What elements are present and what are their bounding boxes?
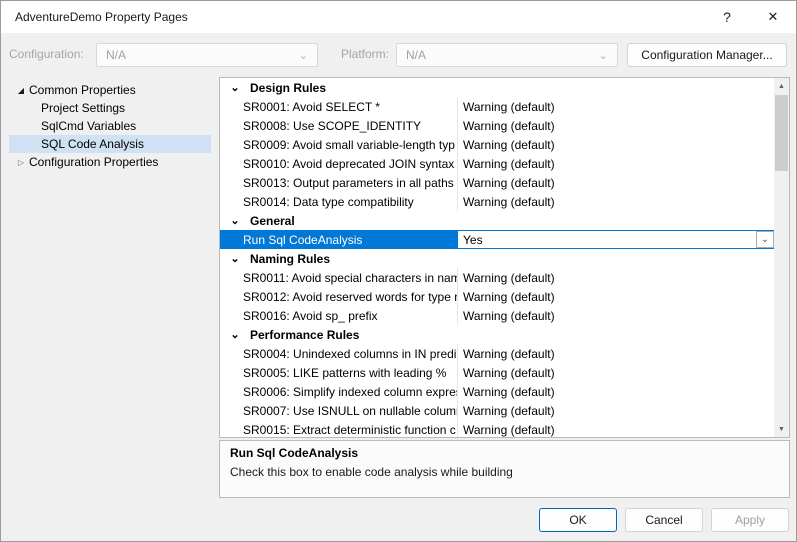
property-name[interactable]: SR0005: LIKE patterns with leading % [220,363,458,382]
property-row-sr0012[interactable]: SR0012: Avoid reserved words for type nW… [220,287,775,306]
category-label: General [250,214,295,228]
property-name[interactable]: Run Sql CodeAnalysis [220,230,458,249]
apply-button[interactable]: Apply [711,508,789,532]
property-row-sr0013[interactable]: SR0013: Output parameters in all pathsWa… [220,173,775,192]
scroll-up-icon[interactable]: ▲ [774,78,789,94]
category-collapse-icon[interactable]: ⌄ [220,328,250,341]
property-value[interactable]: Warning (default) [458,97,775,116]
configuration-value: N/A [106,48,126,62]
property-row-sr0006[interactable]: SR0006: Simplify indexed column expresWa… [220,382,775,401]
tree-item-project-settings[interactable]: Project Settings [9,99,211,117]
property-grid: ⌄Design RulesSR0001: Avoid SELECT *Warni… [219,77,790,438]
property-value[interactable]: Warning (default) [458,363,775,382]
property-row-sr0011[interactable]: SR0011: Avoid special characters in namW… [220,268,775,287]
chevron-down-icon: ⌄ [599,49,608,62]
property-row-run-sql-codeanalysis[interactable]: Run Sql CodeAnalysisYes⌄ [220,230,775,249]
property-value[interactable]: Warning (default) [458,420,775,438]
property-row-sr0009[interactable]: SR0009: Avoid small variable-length typW… [220,135,775,154]
titlebar: AdventureDemo Property Pages ? ✕ [1,1,796,33]
property-value[interactable]: Warning (default) [458,306,775,325]
titlebar-buttons: ? ✕ [704,1,796,33]
tree-item-sqlcmd-variables[interactable]: SqlCmd Variables [9,117,211,135]
property-value[interactable]: Yes⌄ [458,230,775,249]
property-name[interactable]: SR0015: Extract deterministic function c [220,420,458,438]
platform-value: N/A [406,48,426,62]
property-value[interactable]: Warning (default) [458,173,775,192]
property-row-sr0008[interactable]: SR0008: Use SCOPE_IDENTITYWarning (defau… [220,116,775,135]
tree-item-configuration-properties[interactable]: ▷Configuration Properties [9,153,211,171]
scrollbar-thumb[interactable] [775,95,788,171]
property-row-sr0010[interactable]: SR0010: Avoid deprecated JOIN syntaxWarn… [220,154,775,173]
property-name[interactable]: SR0013: Output parameters in all paths [220,173,458,192]
vertical-scrollbar[interactable]: ▲ ▼ [774,78,789,437]
category-row-design-rules[interactable]: ⌄Design Rules [220,78,775,97]
property-value[interactable]: Warning (default) [458,268,775,287]
tree-collapsed-icon[interactable]: ▷ [13,158,29,167]
category-label: Design Rules [250,81,326,95]
description-panel: Run Sql CodeAnalysis Check this box to e… [219,440,790,498]
property-row-sr0004[interactable]: SR0004: Unindexed columns in IN predicWa… [220,344,775,363]
tree-item-label: Configuration Properties [29,155,158,169]
tree-item-label: Common Properties [29,83,136,97]
property-value[interactable]: Warning (default) [458,192,775,211]
category-label: Naming Rules [250,252,330,266]
property-name[interactable]: SR0007: Use ISNULL on nullable column [220,401,458,420]
property-row-sr0015[interactable]: SR0015: Extract deterministic function c… [220,420,775,438]
configuration-manager-button[interactable]: Configuration Manager... [627,43,787,67]
property-name[interactable]: SR0004: Unindexed columns in IN predic [220,344,458,363]
property-name[interactable]: SR0011: Avoid special characters in nam [220,268,458,287]
category-row-naming-rules[interactable]: ⌄Naming Rules [220,249,775,268]
property-name[interactable]: SR0016: Avoid sp_ prefix [220,306,458,325]
tree-item-common-properties[interactable]: ◢Common Properties [9,81,211,99]
platform-label: Platform: [341,47,389,61]
platform-dropdown[interactable]: N/A ⌄ [396,43,618,67]
configuration-label: Configuration: [9,47,84,61]
tree-expanded-icon[interactable]: ◢ [13,86,29,95]
property-pages-dialog: AdventureDemo Property Pages ? ✕ Configu… [0,0,797,542]
property-name[interactable]: SR0009: Avoid small variable-length typ [220,135,458,154]
property-name[interactable]: SR0001: Avoid SELECT * [220,97,458,116]
property-row-sr0001[interactable]: SR0001: Avoid SELECT *Warning (default) [220,97,775,116]
tree-item-label: Project Settings [41,101,125,115]
property-value[interactable]: Warning (default) [458,401,775,420]
tree-item-label: SQL Code Analysis [41,137,144,151]
property-value[interactable]: Warning (default) [458,154,775,173]
right-panel: ⌄Design RulesSR0001: Avoid SELECT *Warni… [219,77,790,498]
properties-tree: ◢Common Properties Project Settings SqlCmd… [9,81,211,171]
category-row-performance-rules[interactable]: ⌄Performance Rules [220,325,775,344]
property-row-sr0007[interactable]: SR0007: Use ISNULL on nullable columnWar… [220,401,775,420]
scroll-down-icon[interactable]: ▼ [774,421,789,437]
property-name[interactable]: SR0006: Simplify indexed column expres [220,382,458,401]
property-value[interactable]: Warning (default) [458,382,775,401]
property-name[interactable]: SR0008: Use SCOPE_IDENTITY [220,116,458,135]
description-title: Run Sql CodeAnalysis [230,446,779,460]
property-row-sr0016[interactable]: SR0016: Avoid sp_ prefixWarning (default… [220,306,775,325]
description-text: Check this box to enable code analysis w… [230,465,779,479]
category-row-general[interactable]: ⌄General [220,211,775,230]
property-grid-rows: ⌄Design RulesSR0001: Avoid SELECT *Warni… [220,78,775,438]
property-value[interactable]: Warning (default) [458,135,775,154]
property-name[interactable]: SR0012: Avoid reserved words for type n [220,287,458,306]
category-collapse-icon[interactable]: ⌄ [220,214,250,227]
value-dropdown-icon[interactable]: ⌄ [756,231,774,248]
category-collapse-icon[interactable]: ⌄ [220,81,250,94]
window-title: AdventureDemo Property Pages [15,10,188,24]
chevron-down-icon: ⌄ [299,49,308,62]
tree-item-label: SqlCmd Variables [41,119,136,133]
help-icon[interactable]: ? [704,1,750,33]
cancel-button[interactable]: Cancel [625,508,703,532]
category-label: Performance Rules [250,328,359,342]
property-name[interactable]: SR0010: Avoid deprecated JOIN syntax [220,154,458,173]
ok-button[interactable]: OK [539,508,617,532]
configuration-dropdown[interactable]: N/A ⌄ [96,43,318,67]
property-row-sr0005[interactable]: SR0005: LIKE patterns with leading %Warn… [220,363,775,382]
property-value[interactable]: Warning (default) [458,116,775,135]
tree-item-sql-code-analysis[interactable]: SQL Code Analysis [9,135,211,153]
property-name[interactable]: SR0014: Data type compatibility [220,192,458,211]
property-row-sr0014[interactable]: SR0014: Data type compatibilityWarning (… [220,192,775,211]
category-collapse-icon[interactable]: ⌄ [220,252,250,265]
property-value[interactable]: Warning (default) [458,287,775,306]
close-icon[interactable]: ✕ [750,1,796,33]
property-value[interactable]: Warning (default) [458,344,775,363]
